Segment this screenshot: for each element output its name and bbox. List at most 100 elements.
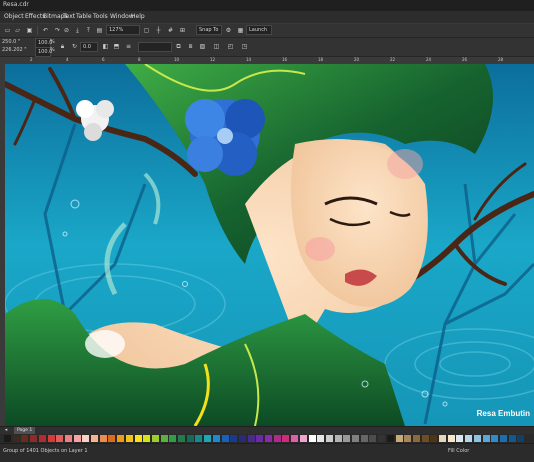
color-swatch[interactable]	[4, 435, 11, 442]
menu-object[interactable]: Object	[4, 13, 24, 20]
color-swatch[interactable]	[56, 435, 64, 442]
color-swatch[interactable]	[499, 435, 507, 442]
color-swatch[interactable]	[12, 435, 20, 442]
color-swatch[interactable]	[91, 435, 98, 442]
open-icon[interactable]: ▱	[13, 26, 22, 35]
color-swatch[interactable]	[82, 435, 90, 442]
color-swatch[interactable]	[465, 435, 473, 442]
color-swatch[interactable]	[38, 435, 46, 442]
color-swatch[interactable]	[334, 435, 342, 442]
undo-icon[interactable]: ↶	[41, 26, 50, 35]
color-swatch[interactable]	[386, 435, 394, 442]
color-swatch[interactable]	[169, 435, 177, 442]
y-position-value[interactable]: 226.202 "	[2, 47, 27, 53]
color-swatch[interactable]	[439, 435, 446, 442]
color-swatch[interactable]	[404, 435, 412, 442]
color-swatch[interactable]	[221, 435, 229, 442]
color-swatch[interactable]	[265, 435, 272, 442]
color-swatch[interactable]	[352, 435, 359, 442]
color-swatch[interactable]	[325, 435, 333, 442]
export-icon[interactable]: ⤒	[84, 26, 93, 35]
application-launcher-icon[interactable]: ▦	[236, 26, 245, 35]
redo-icon[interactable]: ↷	[53, 26, 62, 35]
guidelines-icon[interactable]: ⊞	[178, 26, 187, 35]
menu-tools[interactable]: Tools	[93, 13, 108, 20]
color-swatch[interactable]	[517, 435, 525, 442]
import-icon[interactable]: ⤓	[73, 26, 82, 35]
color-swatch[interactable]	[273, 435, 281, 442]
ungroup-icon[interactable]: ⧈	[186, 42, 195, 51]
color-swatch[interactable]	[317, 435, 325, 442]
color-swatch[interactable]	[134, 435, 142, 442]
color-swatch[interactable]	[447, 435, 455, 442]
color-swatch[interactable]	[369, 435, 377, 442]
menu-text[interactable]: Text	[63, 13, 75, 20]
color-swatch[interactable]	[421, 435, 429, 442]
rulers-icon[interactable]: ┼	[154, 26, 163, 35]
options-gear-icon[interactable]: ⚙	[224, 26, 233, 35]
color-swatch[interactable]	[99, 435, 107, 442]
color-swatch[interactable]	[186, 435, 194, 442]
launch-dropdown[interactable]: Launch	[246, 25, 272, 35]
scale-height-field[interactable]: 100.0	[35, 47, 52, 57]
grid-icon[interactable]: #	[166, 26, 175, 35]
color-swatch[interactable]	[491, 435, 499, 442]
color-swatch[interactable]	[160, 435, 168, 442]
color-swatch[interactable]	[238, 435, 246, 442]
page-tab[interactable]: Page 1	[14, 427, 36, 434]
ungroup-all-icon[interactable]: ▨	[198, 42, 207, 51]
color-swatch[interactable]	[212, 435, 220, 442]
snap-to-dropdown[interactable]: Snap To	[196, 25, 222, 35]
color-swatch[interactable]	[21, 435, 29, 442]
drawing-canvas[interactable]: Resa Embutin	[5, 64, 534, 426]
color-swatch[interactable]	[143, 435, 151, 442]
color-swatch[interactable]	[195, 435, 203, 442]
color-swatch[interactable]	[178, 435, 185, 442]
color-swatch[interactable]	[151, 435, 159, 442]
save-icon[interactable]: ▣	[25, 26, 34, 35]
color-swatch[interactable]	[64, 435, 72, 442]
color-swatch[interactable]	[282, 435, 290, 442]
color-swatch[interactable]	[256, 435, 264, 442]
color-swatch[interactable]	[508, 435, 516, 442]
color-swatch[interactable]	[456, 435, 464, 442]
weld-icon[interactable]: ◫	[212, 42, 221, 51]
mirror-horizontal-icon[interactable]: ◧	[101, 42, 110, 51]
rotation-angle-field[interactable]: 0.0	[80, 42, 98, 52]
color-swatch[interactable]	[291, 435, 299, 442]
color-swatch[interactable]	[230, 435, 238, 442]
x-position-value[interactable]: 250.0 "	[2, 39, 20, 45]
color-swatch[interactable]	[30, 435, 38, 442]
color-swatch[interactable]	[247, 435, 255, 442]
menu-help[interactable]: Help	[131, 13, 145, 20]
color-swatch[interactable]	[108, 435, 116, 442]
color-swatch[interactable]	[378, 435, 386, 442]
mirror-vertical-icon[interactable]: ⬒	[112, 42, 121, 51]
group-icon[interactable]: ⧉	[174, 42, 183, 51]
lock-ratio-icon[interactable]: 🔒︎	[58, 42, 67, 51]
search-content-icon[interactable]: ⊘	[62, 26, 71, 35]
new-icon[interactable]: ▭	[3, 26, 12, 35]
outline-width-dropdown[interactable]	[138, 42, 172, 52]
color-swatch[interactable]	[482, 435, 490, 442]
color-swatch[interactable]	[117, 435, 125, 442]
color-swatch[interactable]	[412, 435, 420, 442]
line-style-icon[interactable]: ≡	[124, 42, 133, 51]
color-swatch[interactable]	[308, 435, 316, 442]
intersect-icon[interactable]: ◳	[240, 42, 249, 51]
color-palette[interactable]	[0, 434, 534, 443]
full-screen-icon[interactable]: ▢	[142, 26, 151, 35]
color-swatch[interactable]	[299, 435, 307, 442]
color-swatch[interactable]	[395, 435, 403, 442]
color-swatch[interactable]	[360, 435, 368, 442]
color-swatch[interactable]	[343, 435, 351, 442]
color-swatch[interactable]	[47, 435, 55, 442]
color-swatch[interactable]	[73, 435, 81, 442]
color-swatch[interactable]	[125, 435, 133, 442]
publish-pdf-icon[interactable]: ▤	[95, 26, 104, 35]
menu-table[interactable]: Table	[76, 13, 92, 20]
trim-icon[interactable]: ◰	[226, 42, 235, 51]
color-swatch[interactable]	[204, 435, 212, 442]
color-swatch[interactable]	[430, 435, 438, 442]
color-swatch[interactable]	[473, 435, 481, 442]
